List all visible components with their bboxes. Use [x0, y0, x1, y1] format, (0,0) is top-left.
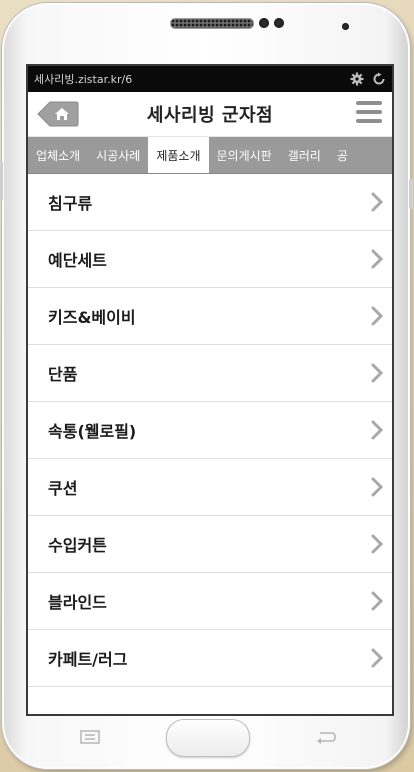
chevron-right-icon: [371, 249, 384, 269]
home-icon: [37, 101, 79, 127]
list-item[interactable]: 쿠션: [28, 459, 392, 516]
tab-label: 공: [336, 148, 348, 163]
list-item-label: 블라인드: [48, 593, 107, 612]
list-item[interactable]: 단품: [28, 345, 392, 402]
chevron-right-icon: [371, 534, 384, 554]
hardware-keys: [2, 715, 410, 765]
list-item-label: 쿠션: [48, 479, 78, 498]
list-item-label: 카페트/러그: [48, 650, 128, 669]
list-item-label: 수입커튼: [48, 536, 107, 555]
back-key-icon[interactable]: [314, 729, 338, 745]
device-screen: 세사리빙.zistar.kr/6 세사리빙 군자점 업체소개 시공사례 제품소개…: [26, 64, 394, 716]
hamburger-line: [356, 110, 382, 114]
chevron-right-icon: [371, 477, 384, 497]
phone-frame: 세사리빙.zistar.kr/6 세사리빙 군자점 업체소개 시공사례 제품소개…: [0, 3, 413, 769]
front-camera-icon: [259, 18, 269, 28]
list-item[interactable]: 블라인드: [28, 573, 392, 630]
page-title: 세사리빙 군자점: [146, 105, 274, 126]
site-header: 세사리빙 군자점: [28, 92, 392, 137]
list-item-label: 속통(웰로필): [48, 422, 137, 441]
chevron-right-icon: [371, 306, 384, 326]
volume-button: [0, 161, 3, 201]
category-tabs: 업체소개 시공사례 제품소개 문의게시판 갤러리 공: [28, 137, 392, 174]
chevron-right-icon: [371, 420, 384, 440]
tab-company[interactable]: 업체소개: [28, 137, 88, 173]
hamburger-icon: [356, 101, 382, 105]
list-item-label: 예단세트: [48, 251, 107, 270]
tab-more[interactable]: 공: [329, 137, 356, 173]
list-item[interactable]: 키즈&베이비: [28, 288, 392, 345]
tab-gallery[interactable]: 갤러리: [280, 137, 329, 173]
tab-label: 시공사례: [96, 148, 141, 163]
earpiece-speaker: [170, 18, 254, 29]
browser-status-bar: 세사리빙.zistar.kr/6: [28, 66, 392, 92]
chevron-right-icon: [371, 591, 384, 611]
chevron-right-icon: [371, 648, 384, 668]
hamburger-menu-button[interactable]: [356, 101, 382, 125]
tab-label: 제품소개: [156, 148, 201, 163]
list-item-label: 키즈&베이비: [48, 308, 136, 327]
sensor-icon: [274, 18, 284, 28]
hamburger-line: [356, 119, 382, 123]
proximity-sensor-icon: [342, 23, 349, 30]
tab-label: 갤러리: [287, 148, 321, 163]
list-item[interactable]: 카페트/러그: [28, 630, 392, 687]
list-item-label: 침구류: [48, 194, 93, 213]
list-item[interactable]: 침구류: [28, 174, 392, 231]
list-item-label: 단품: [48, 365, 78, 384]
power-button: [409, 179, 413, 209]
tab-cases[interactable]: 시공사례: [88, 137, 148, 173]
chevron-right-icon: [371, 363, 384, 383]
url-text: 세사리빙.zistar.kr/6: [34, 73, 133, 86]
refresh-icon[interactable]: [372, 72, 386, 86]
tab-products[interactable]: 제품소개: [148, 137, 209, 173]
product-category-list: 침구류 예단세트 키즈&베이비 단품 속통(웰로필) 쿠션 수입커튼 블라인드 …: [28, 174, 392, 687]
chevron-right-icon: [371, 192, 384, 212]
list-item[interactable]: 예단세트: [28, 231, 392, 288]
home-button[interactable]: [36, 100, 80, 128]
home-key[interactable]: [166, 719, 250, 757]
tab-label: 문의게시판: [216, 148, 272, 163]
tab-label: 업체소개: [36, 148, 81, 163]
tab-inquiry[interactable]: 문의게시판: [209, 137, 280, 173]
list-item[interactable]: 수입커튼: [28, 516, 392, 573]
gear-icon[interactable]: [350, 72, 364, 86]
menu-key-icon[interactable]: [78, 729, 102, 745]
list-item[interactable]: 속통(웰로필): [28, 402, 392, 459]
